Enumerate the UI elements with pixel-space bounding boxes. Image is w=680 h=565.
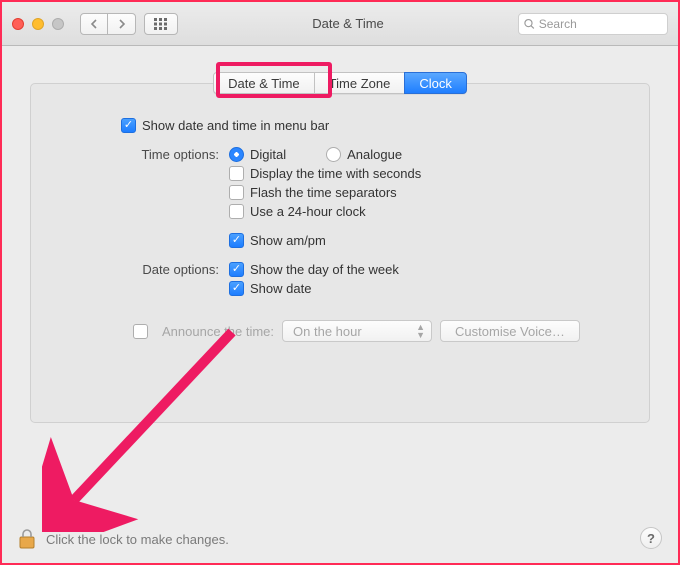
back-button[interactable] [80, 13, 108, 35]
date-options-row: Date options: Show the day of the week S… [121, 262, 619, 296]
search-field[interactable] [518, 13, 668, 35]
close-window-button[interactable] [12, 18, 24, 30]
tab-clock[interactable]: Clock [404, 72, 467, 94]
time-format-radio-group: Digital Analogue [229, 147, 421, 162]
zoom-window-button [52, 18, 64, 30]
show-day-checkbox[interactable] [229, 262, 244, 277]
display-seconds-label: Display the time with seconds [250, 166, 421, 181]
nav-buttons [80, 13, 136, 35]
show-day-label: Show the day of the week [250, 262, 399, 277]
search-icon [524, 18, 535, 30]
display-seconds-checkbox[interactable] [229, 166, 244, 181]
announce-label: Announce the time: [162, 324, 274, 339]
updown-icon: ▲▼ [416, 323, 425, 339]
panel-area: Date & Time Time Zone Clock Show date an… [2, 46, 678, 423]
lock-text: Click the lock to make changes. [46, 532, 229, 547]
show-in-menubar-row: Show date and time in menu bar [121, 118, 619, 133]
date-options-label: Date options: [121, 262, 229, 277]
announce-checkbox[interactable] [133, 324, 148, 339]
footer: Click the lock to make changes. [18, 529, 662, 549]
show-in-menubar-label: Show date and time in menu bar [142, 118, 329, 133]
grid-icon [154, 18, 168, 30]
radio-analogue-label: Analogue [347, 147, 402, 162]
radio-digital-label: Digital [250, 147, 286, 162]
use-24h-checkbox[interactable] [229, 204, 244, 219]
show-ampm-checkbox[interactable] [229, 233, 244, 248]
search-input[interactable] [539, 17, 662, 31]
time-options-row: Time options: Digital Analogue Display t… [121, 147, 619, 248]
flash-separators-checkbox[interactable] [229, 185, 244, 200]
content-panel: Show date and time in menu bar Time opti… [30, 83, 650, 423]
time-options-label: Time options: [121, 147, 229, 162]
tab-date-time[interactable]: Date & Time [213, 72, 315, 94]
customise-voice-button[interactable]: Customise Voice… [440, 320, 580, 342]
forward-button[interactable] [108, 13, 136, 35]
show-date-checkbox[interactable] [229, 281, 244, 296]
minimize-window-button[interactable] [32, 18, 44, 30]
lock-button[interactable] [18, 529, 36, 549]
show-date-label: Show date [250, 281, 311, 296]
window-title: Date & Time [186, 16, 510, 31]
tab-time-zone[interactable]: Time Zone [315, 72, 405, 94]
use-24h-label: Use a 24-hour clock [250, 204, 366, 219]
radio-analogue[interactable] [326, 147, 341, 162]
toolbar: Date & Time [2, 2, 678, 46]
flash-separators-label: Flash the time separators [250, 185, 397, 200]
chevron-right-icon [117, 19, 126, 29]
announce-interval-popup[interactable]: On the hour ▲▼ [282, 320, 432, 342]
announce-time-row: Announce the time: On the hour ▲▼ Custom… [133, 320, 619, 342]
lock-icon [18, 529, 36, 549]
show-in-menubar-checkbox[interactable] [121, 118, 136, 133]
chevron-left-icon [90, 19, 99, 29]
announce-interval-value: On the hour [293, 324, 362, 339]
radio-digital[interactable] [229, 147, 244, 162]
window-controls [12, 18, 64, 30]
show-all-button[interactable] [144, 13, 178, 35]
show-ampm-label: Show am/pm [250, 233, 326, 248]
help-button[interactable]: ? [640, 527, 662, 549]
